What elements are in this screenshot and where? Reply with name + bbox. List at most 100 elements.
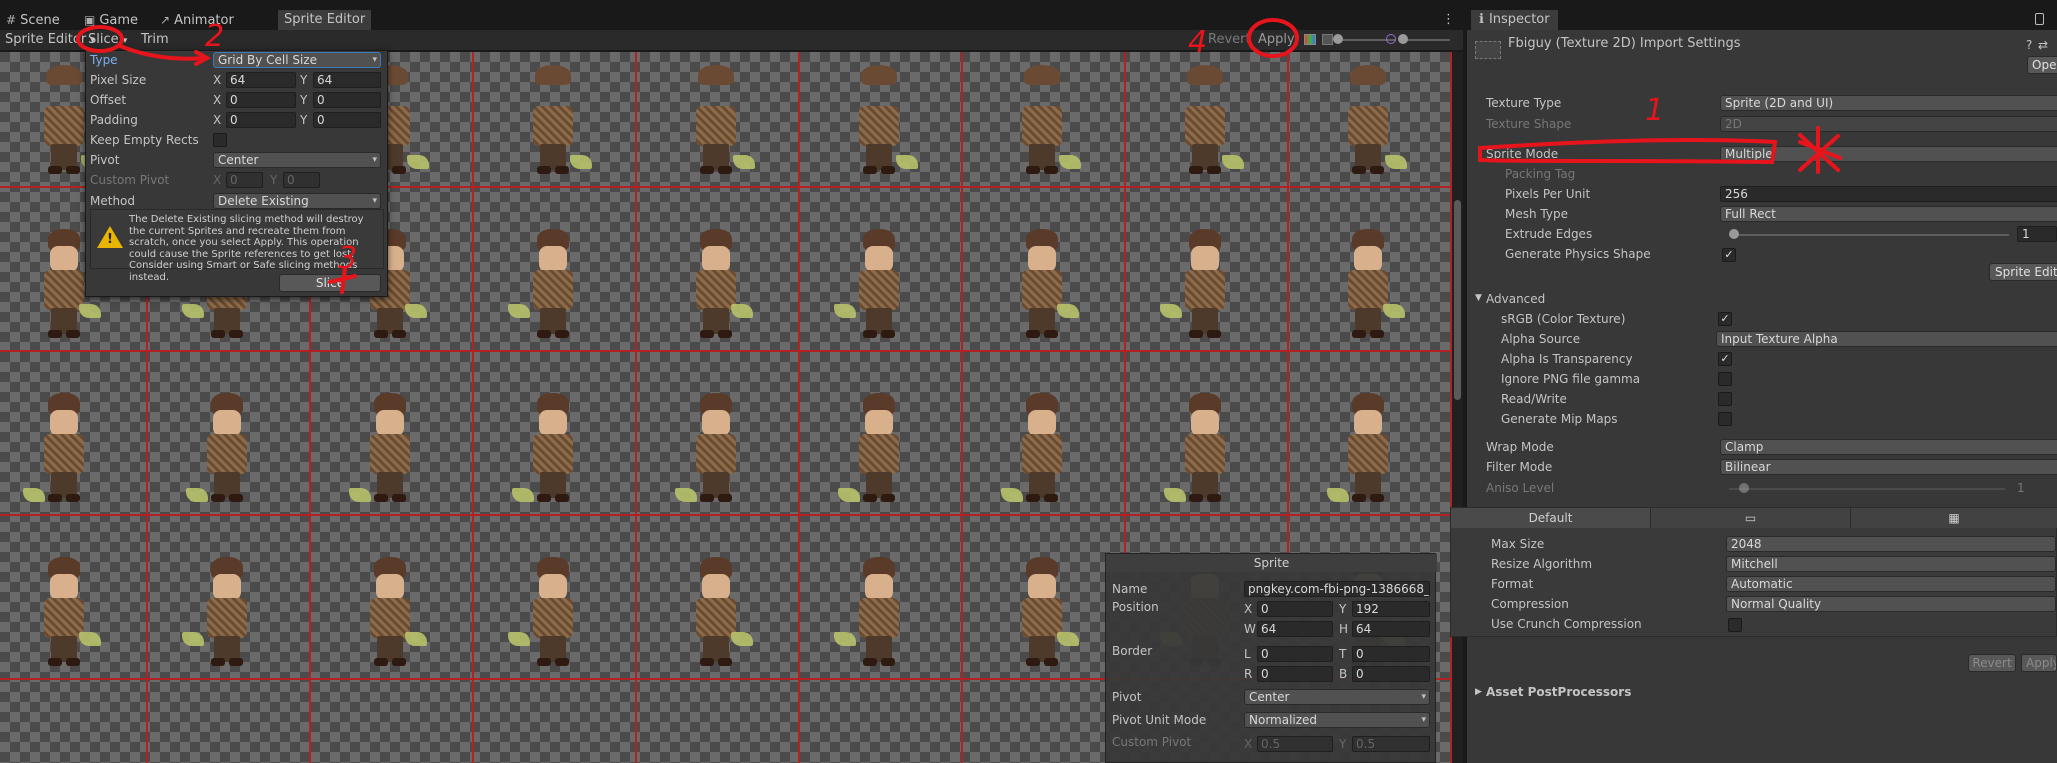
sprite-frame[interactable] [512,388,588,508]
padding-x-field[interactable]: 0 [226,112,296,128]
border-r-field[interactable]: 0 [1257,666,1333,682]
sprite-editor-button[interactable]: Sprite Editor [1989,263,2057,281]
sprite-frame[interactable] [681,224,753,344]
sprite-frame[interactable] [1333,60,1407,180]
tab-platform-standalone[interactable]: ▭ [1651,508,1851,528]
sprite-frame[interactable] [349,388,425,508]
revert-button[interactable]: Revert [1203,30,1256,50]
alpha-toggle-icon[interactable] [1322,34,1333,45]
slice-confirm-button[interactable]: Slice [279,274,381,292]
sprite-frame[interactable] [1007,552,1079,672]
keep-empty-rects-checkbox[interactable] [213,133,227,147]
border-l-field[interactable]: 0 [1257,646,1333,662]
tab-game[interactable]: ▣ Game [78,10,144,30]
sprite-frame[interactable] [23,388,99,508]
tab-animator[interactable]: ↗ Animator [154,10,240,30]
sprite-frame[interactable] [518,60,592,180]
zoom-slider-knob[interactable] [1333,34,1343,44]
sprite-frame[interactable] [182,552,262,672]
sprite-name-field[interactable]: pngkey.com-fbi-png-1386668_0 [1244,581,1430,597]
alpha-source-dropdown[interactable]: Input Texture Alpha [1716,331,2057,347]
method-dropdown[interactable]: Delete Existing ▾ [213,193,381,209]
sprite-pivot-dropdown[interactable]: Center ▾ [1244,689,1430,705]
sprite-frame[interactable] [508,552,588,672]
pivot-dropdown[interactable]: Center ▾ [213,152,381,168]
srgb-checkbox[interactable]: ✓ [1718,312,1732,326]
size-w-field[interactable]: 64 [1257,621,1333,637]
sprite-frame[interactable] [1327,388,1403,508]
sprite-frame[interactable] [834,552,914,672]
advanced-foldout[interactable]: Advanced [1486,292,1545,306]
extrude-slider-knob[interactable] [1729,229,1739,239]
tab-sprite-editor[interactable]: Sprite Editor [278,10,372,30]
foldout-closed-icon[interactable]: ▶ [1475,687,1482,697]
sprite-frame[interactable] [29,552,101,672]
preset-icon[interactable]: ⇄ [2038,38,2048,52]
wrap-mode-dropdown[interactable]: Clamp [1720,439,2057,455]
extrude-edges-field[interactable]: 1 [2017,226,2057,242]
tab-platform-webgl[interactable]: ▦ [1851,508,2057,528]
sprite-frame[interactable] [681,60,755,180]
sprite-frame[interactable] [1170,60,1244,180]
help-icon[interactable]: ? [2026,38,2032,52]
sprite-mode-dropdown[interactable]: Multiple [1720,146,2057,162]
read-write-checkbox[interactable] [1718,392,1732,406]
sprite-frame[interactable] [838,388,914,508]
pixel-size-x-field[interactable]: 64 [226,72,296,88]
sprite-frame[interactable] [1333,224,1405,344]
mip-slider-knob[interactable] [1398,34,1408,44]
texture-type-dropdown[interactable]: Sprite (2D and UI) [1720,95,2057,111]
sprite-frame[interactable] [1160,224,1240,344]
inspector-revert-button[interactable]: Revert [1968,654,2016,672]
offset-y-field[interactable]: 0 [313,92,381,108]
sprite-frame[interactable] [1164,388,1240,508]
filter-mode-dropdown[interactable]: Bilinear [1720,459,2057,475]
resize-algorithm-dropdown[interactable]: Mitchell [1726,556,2056,572]
sprite-frame[interactable] [1001,388,1077,508]
compression-dropdown[interactable]: Normal Quality [1726,596,2056,612]
tab-inspector[interactable]: ℹ Inspector [1471,10,1558,30]
canvas-vertical-scrollbar[interactable] [1452,52,1463,763]
position-x-field[interactable]: 0 [1257,601,1333,617]
kebab-menu-icon[interactable]: ⋮ [1442,10,1455,30]
extrude-slider-track[interactable] [1733,234,2009,236]
generate-mipmaps-checkbox[interactable] [1718,412,1732,426]
sprite-frame[interactable] [675,388,751,508]
apply-button[interactable]: Apply [1253,30,1300,50]
generate-physics-checkbox[interactable]: ✓ [1722,248,1736,262]
sprite-frame[interactable] [681,552,753,672]
asset-postprocessors-foldout[interactable]: Asset PostProcessors [1486,685,1631,699]
sprite-frame[interactable] [1007,224,1079,344]
format-dropdown[interactable]: Automatic [1726,576,2056,592]
padding-y-field[interactable]: 0 [313,112,381,128]
pixel-size-y-field[interactable]: 64 [313,72,381,88]
sprite-frame[interactable] [508,224,588,344]
slice-type-dropdown[interactable]: Grid By Cell Size ▾ [213,52,381,68]
position-y-field[interactable]: 192 [1352,601,1430,617]
sprite-frame[interactable] [186,388,262,508]
sprite-frame[interactable] [355,552,427,672]
border-b-field[interactable]: 0 [1352,666,1430,682]
size-h-field[interactable]: 64 [1352,621,1430,637]
canvas-scroll-thumb[interactable] [1454,200,1461,400]
tab-platform-default[interactable]: Default [1451,508,1651,528]
offset-x-field[interactable]: 0 [226,92,296,108]
pixels-per-unit-field[interactable]: 256 [1720,186,2057,202]
mesh-type-dropdown[interactable]: Full Rect [1720,206,2057,222]
alpha-transparency-checkbox[interactable]: ✓ [1718,352,1732,366]
color-channel-icon[interactable] [1304,34,1316,45]
border-t-field[interactable]: 0 [1352,646,1430,662]
ignore-png-gamma-checkbox[interactable] [1718,372,1732,386]
trim-button[interactable]: Trim [136,30,174,50]
tab-scene[interactable]: # Scene [0,10,66,30]
slice-button[interactable]: Slice ▾ [83,30,132,50]
foldout-open-icon[interactable]: ▼ [1475,293,1482,303]
inspector-apply-button[interactable]: Apply [2021,654,2057,672]
open-button[interactable]: Open [2027,56,2057,74]
max-size-dropdown[interactable]: 2048 [1726,536,2056,552]
sprite-frame[interactable] [844,60,918,180]
sprite-frame[interactable] [834,224,914,344]
crunch-compression-checkbox[interactable] [1728,618,1742,632]
pivot-unit-mode-dropdown[interactable]: Normalized ▾ [1244,712,1430,728]
sprite-frame[interactable] [1007,60,1081,180]
